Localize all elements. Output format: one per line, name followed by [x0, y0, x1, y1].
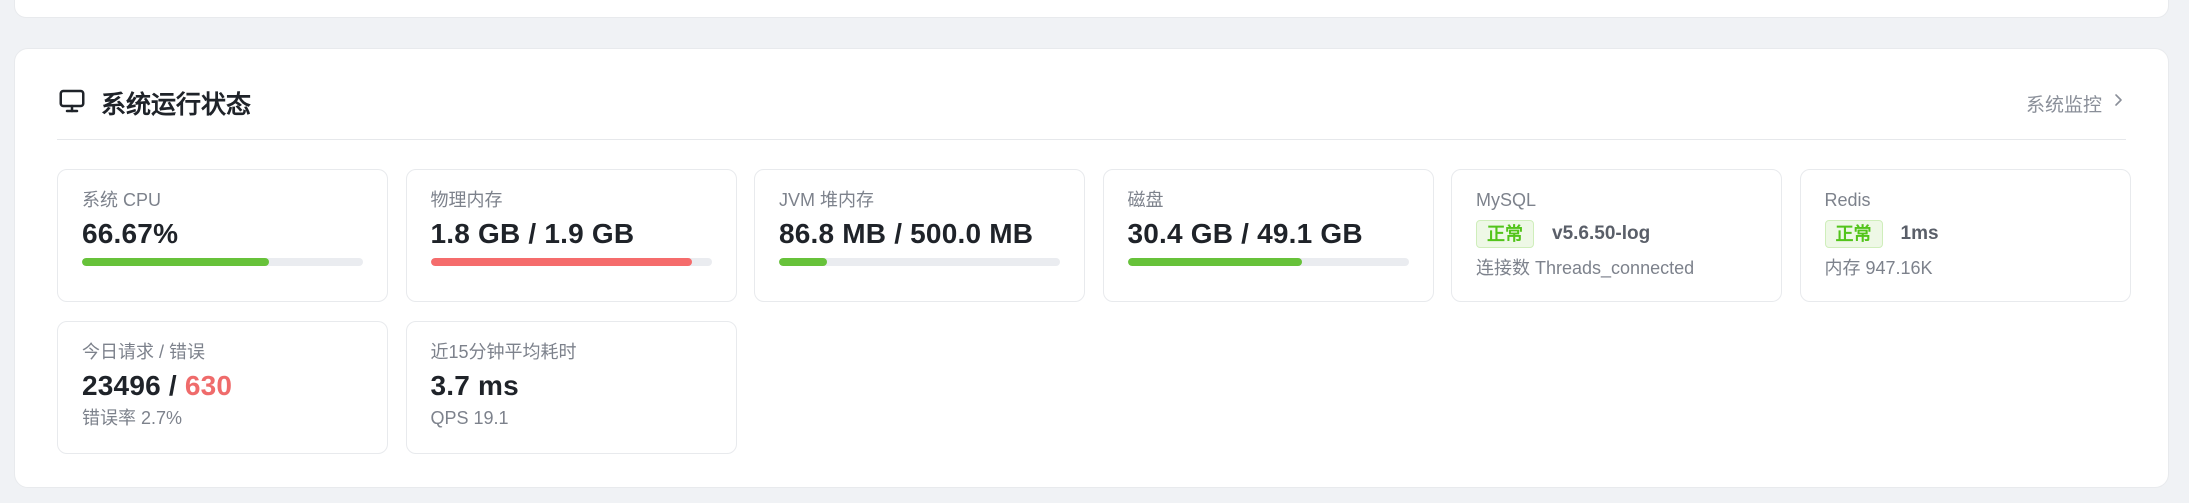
requests-card: 今日请求 / 错误 23496 /630 错误率 2.7% — [57, 321, 388, 454]
memory-card: 物理内存 1.8 GB / 1.9 GB — [405, 169, 737, 302]
redis-status-row: 正常 1ms — [1824, 220, 2106, 248]
jvm-progress-bar — [779, 258, 1060, 266]
disk-progress-fill — [1127, 258, 1302, 266]
mysql-label: MySQL — [1476, 190, 1537, 210]
panel-title: 系统运行状态 — [101, 91, 252, 119]
monitor-icon — [57, 86, 87, 121]
redis-memory: 内存 947.16K — [1824, 258, 1933, 278]
requests-label: 今日请求 / 错误 — [82, 342, 206, 362]
qps-value: QPS 19.1 — [430, 408, 509, 428]
mysql-version: v5.6.50-log — [1552, 223, 1651, 244]
memory-label: 物理内存 — [430, 190, 503, 210]
jvm-label: JVM 堆内存 — [779, 190, 875, 210]
memory-value: 1.8 GB / 1.9 GB — [430, 218, 635, 249]
cpu-card: 系统 CPU 66.67% — [57, 169, 388, 302]
requests-value: 23496 /630 — [82, 368, 363, 404]
previous-panel — [14, 0, 2169, 18]
latency-card: 近15分钟平均耗时 3.7 ms QPS 19.1 — [405, 321, 737, 454]
system-monitor-link-label[interactable]: 系统监控 — [2026, 90, 2102, 117]
chevron-right-icon[interactable] — [2110, 92, 2126, 114]
jvm-progress-fill — [779, 258, 827, 266]
panel-header: 系统运行状态 系统监控 — [57, 83, 2126, 140]
status-grid: 系统 CPU 66.67% 物理内存 1.8 GB / 1.9 GB JVM 堆… — [57, 169, 2131, 454]
disk-progress-bar — [1127, 258, 1409, 266]
cpu-label: 系统 CPU — [82, 190, 162, 210]
cpu-progress-fill — [82, 258, 270, 266]
cpu-value: 66.67% — [82, 218, 179, 249]
disk-label: 磁盘 — [1127, 190, 1164, 210]
system-status-panel: 系统运行状态 系统监控 系统 CPU 66.67% 物理内存 1.8 GB / … — [14, 48, 2169, 488]
redis-status-badge: 正常 — [1824, 220, 1883, 248]
memory-progress-bar — [430, 258, 712, 266]
jvm-card: JVM 堆内存 86.8 MB / 500.0 MB — [754, 169, 1085, 302]
latency-label: 近15分钟平均耗时 — [430, 342, 577, 362]
disk-value: 30.4 GB / 49.1 GB — [1127, 218, 1363, 249]
mysql-status-row: 正常 v5.6.50-log — [1476, 220, 1757, 248]
mysql-card: MySQL 正常 v5.6.50-log 连接数 Threads_connect… — [1451, 169, 1782, 302]
mysql-connections: 连接数 Threads_connected — [1476, 258, 1695, 278]
error-rate: 错误率 2.7% — [82, 408, 183, 428]
requests-total: 23496 / — [82, 370, 177, 401]
requests-errors: 630 — [184, 370, 233, 401]
redis-label: Redis — [1824, 190, 1871, 210]
latency-value: 3.7 ms — [430, 370, 519, 401]
mysql-status-badge: 正常 — [1476, 220, 1534, 248]
memory-progress-fill — [430, 258, 692, 266]
panel-title-wrap: 系统运行状态 — [57, 85, 251, 121]
system-monitor-link[interactable]: 系统监控 — [2026, 90, 2126, 117]
redis-latency: 1ms — [1900, 223, 1939, 244]
disk-card: 磁盘 30.4 GB / 49.1 GB — [1102, 169, 1434, 302]
jvm-value: 86.8 MB / 500.0 MB — [779, 218, 1034, 249]
cpu-progress-bar — [82, 258, 363, 266]
redis-card: Redis 正常 1ms 内存 947.16K — [1799, 169, 2131, 302]
